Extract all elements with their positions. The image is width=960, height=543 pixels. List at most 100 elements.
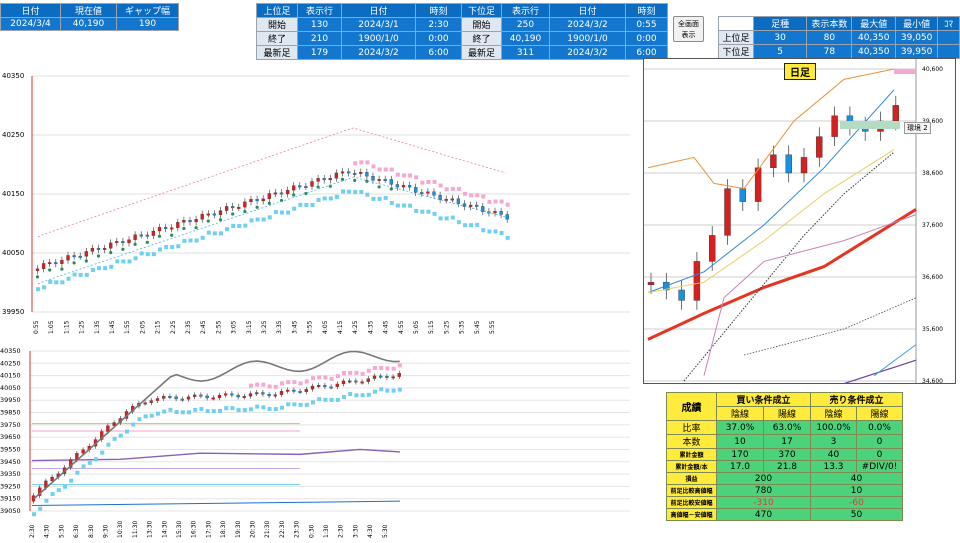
support-marker	[481, 228, 486, 233]
min-value: 39,050	[895, 30, 939, 45]
support-marker	[334, 194, 339, 199]
stat-cell: 63.0%	[763, 420, 811, 435]
resistance-marker	[432, 179, 437, 184]
sub-header: 陰線	[716, 406, 764, 421]
candle-body	[230, 393, 234, 396]
col-koma: ｺﾏ	[937, 16, 960, 31]
candle-body	[322, 178, 326, 181]
candle-body	[432, 191, 436, 196]
candle-body	[199, 394, 203, 397]
support-marker	[118, 433, 123, 438]
signal-dot	[206, 219, 210, 223]
candle-body	[724, 188, 731, 236]
stat-cell: 100.0%	[810, 420, 857, 435]
date-label: 日付	[0, 3, 61, 18]
support-marker	[389, 200, 394, 205]
x-tick-label: 19:30	[235, 521, 242, 538]
resistance-marker	[463, 191, 467, 196]
candle-body	[139, 234, 143, 237]
main-chart-panel: 40350 40250 40150 40050 39950 0:55 1:05 1:15 1:2…	[0, 62, 636, 340]
support-marker	[292, 402, 297, 407]
candle-body	[121, 241, 125, 244]
sell-header: 売り条件成立	[810, 392, 903, 407]
resistance-marker	[323, 375, 328, 380]
support-marker	[72, 272, 77, 277]
candle-body	[739, 188, 747, 202]
support-marker	[151, 252, 156, 257]
x-tick-label: 2:55	[215, 320, 222, 334]
support-marker	[127, 259, 132, 264]
support-marker	[366, 392, 371, 397]
support-marker	[194, 238, 199, 243]
x-tick-label: 3:25	[261, 320, 268, 334]
candle-body	[360, 381, 364, 384]
support-marker	[170, 245, 175, 250]
stat-cell: 470	[716, 508, 811, 521]
resistance-marker	[475, 193, 480, 198]
row-value: 179	[297, 45, 342, 60]
candle-body	[475, 204, 479, 207]
stat-cell: 10	[716, 434, 764, 449]
col-time: 時刻	[625, 3, 668, 18]
candle-body	[35, 268, 40, 271]
candle-body	[298, 391, 302, 393]
x-tick-label: 2:35	[185, 320, 192, 334]
resistance-marker	[426, 179, 431, 184]
stat-cell: 3	[810, 434, 857, 449]
lower-bb-line	[703, 214, 917, 376]
candle-body	[450, 198, 454, 201]
candle-body	[708, 235, 716, 262]
stat-cell: 0	[856, 434, 903, 449]
support-marker	[469, 223, 474, 228]
signal-dot	[292, 193, 296, 197]
signal-dot	[231, 212, 235, 216]
candle-body	[816, 136, 823, 158]
candle-body	[334, 172, 339, 179]
y-tick-label: 39950	[0, 396, 21, 404]
candle-body	[353, 172, 357, 175]
col-date: 日付	[341, 3, 416, 18]
support-marker	[373, 389, 377, 394]
x-tick-label: 9:30	[103, 524, 110, 538]
support-marker	[432, 211, 437, 216]
candle-body	[316, 178, 320, 182]
candle-body	[800, 157, 808, 174]
candle-body	[261, 198, 265, 202]
candle-body	[456, 198, 461, 204]
candle-body	[255, 199, 259, 202]
candle-body	[371, 176, 375, 181]
resistance-marker	[360, 371, 365, 376]
y-tick-label: 40250	[2, 131, 24, 139]
fullscreen-button[interactable]: 全画面 表示	[673, 16, 704, 42]
candle-body	[66, 255, 70, 261]
candle-body	[211, 397, 215, 400]
support-marker	[94, 457, 98, 462]
x-tick-label: 11:30	[132, 521, 139, 538]
support-marker	[206, 230, 211, 235]
support-marker	[193, 407, 198, 412]
kind-value: 30	[752, 30, 808, 45]
resistance-marker	[353, 161, 358, 166]
x-tick-label: 5:35	[459, 320, 466, 334]
candle-body	[78, 255, 82, 258]
support-marker	[311, 400, 315, 405]
candle-body	[385, 376, 389, 378]
count-value: 80	[806, 30, 853, 45]
x-tick-label: 21:30	[264, 521, 271, 538]
support-marker	[426, 209, 431, 214]
resistance-marker	[420, 180, 425, 185]
signal-dot	[218, 218, 223, 222]
x-tick-label: 15:30	[176, 521, 183, 538]
support-marker	[402, 203, 406, 208]
stat-label: 本数	[666, 434, 717, 449]
y-tick-label: 39750	[0, 421, 21, 429]
support-marker	[463, 223, 467, 228]
support-marker	[54, 280, 59, 285]
support-marker	[63, 484, 67, 489]
candle-body	[96, 247, 101, 250]
support-marker	[255, 217, 260, 222]
lower-timeframe-table: 下位足 表示行 日付 時刻 開始 250 2024/3/2 0:55 終了 40,190…	[461, 3, 668, 60]
resistance-marker	[391, 366, 396, 371]
candle-body	[242, 396, 246, 398]
candle-body	[186, 396, 191, 400]
